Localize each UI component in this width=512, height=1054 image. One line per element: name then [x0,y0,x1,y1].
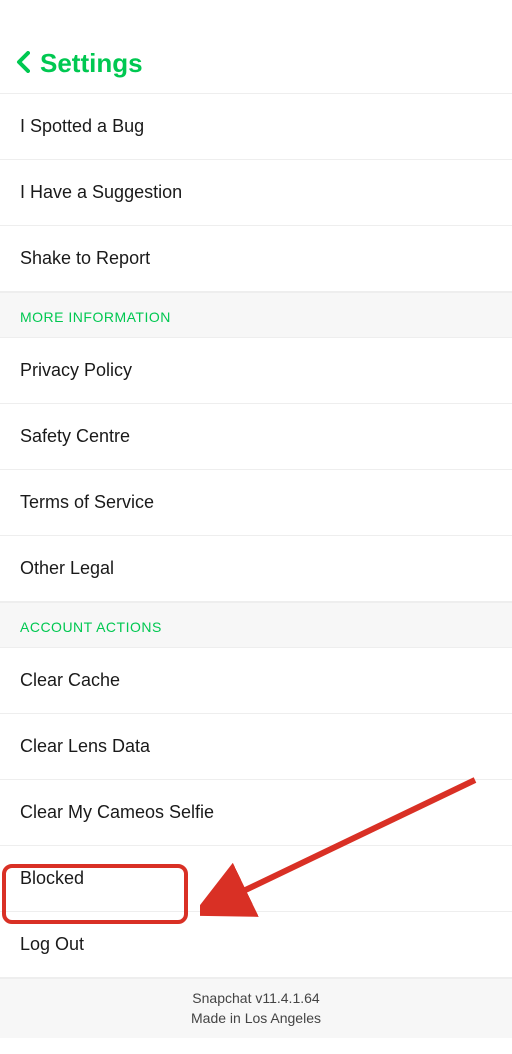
list-item-clear-lens-data[interactable]: Clear Lens Data [0,714,512,780]
section-more-information: MORE INFORMATION [0,292,512,338]
list-item-log-out[interactable]: Log Out [0,912,512,978]
section-account-actions: ACCOUNT ACTIONS [0,602,512,648]
list-item-safety-centre[interactable]: Safety Centre [0,404,512,470]
list-item-other-legal[interactable]: Other Legal [0,536,512,602]
settings-header: Settings [0,30,512,93]
back-chevron-icon[interactable] [16,51,30,77]
footer-location: Made in Los Angeles [0,1009,512,1029]
list-item-terms-service[interactable]: Terms of Service [0,470,512,536]
list-item-shake-report[interactable]: Shake to Report [0,226,512,292]
list-item-blocked[interactable]: Blocked [0,846,512,912]
page-title: Settings [40,48,143,79]
footer-version: Snapchat v11.4.1.64 [0,989,512,1009]
app-footer: Snapchat v11.4.1.64 Made in Los Angeles [0,978,512,1038]
list-item-suggestion[interactable]: I Have a Suggestion [0,160,512,226]
list-item-clear-cache[interactable]: Clear Cache [0,648,512,714]
list-item-spotted-bug[interactable]: I Spotted a Bug [0,93,512,160]
list-item-privacy-policy[interactable]: Privacy Policy [0,338,512,404]
list-item-clear-cameos[interactable]: Clear My Cameos Selfie [0,780,512,846]
